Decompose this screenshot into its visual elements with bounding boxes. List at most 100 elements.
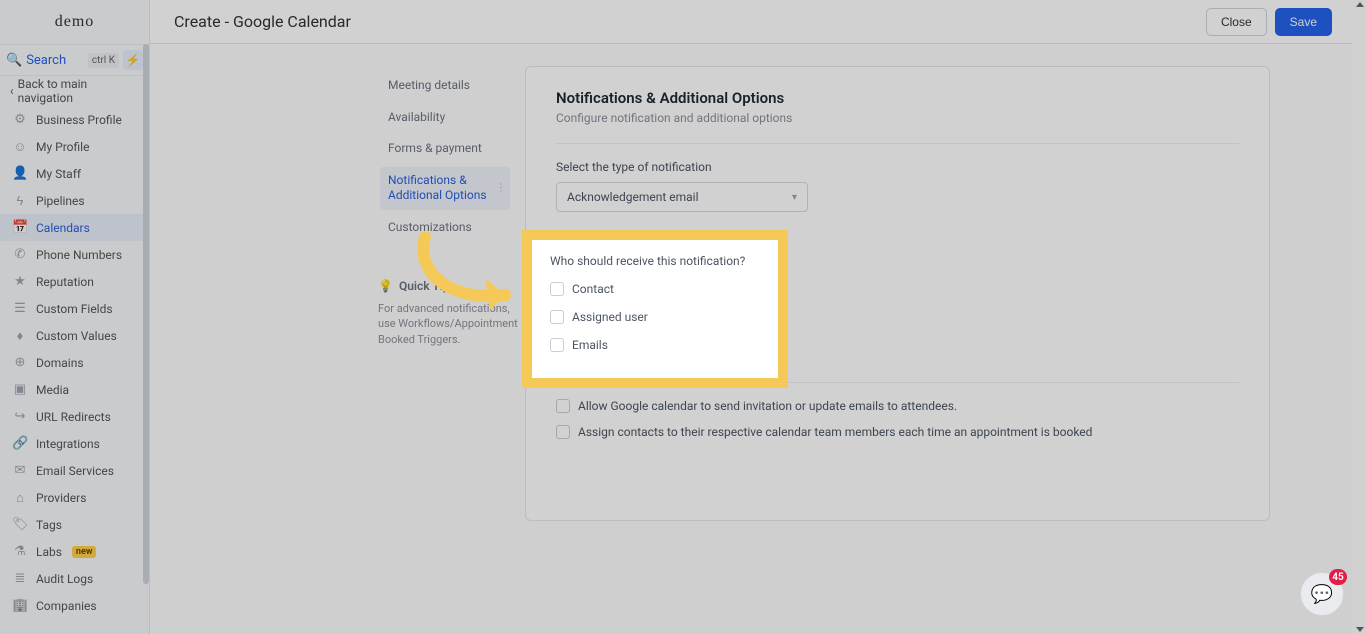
select-value: Acknowledgement email	[567, 190, 699, 204]
sidebar-item-label: Domains	[36, 356, 84, 370]
divider	[556, 143, 1239, 144]
sidebar-item-my-staff[interactable]: 👤My Staff	[0, 160, 149, 187]
chat-icon: 💬	[1311, 584, 1333, 605]
annotation-frame	[522, 230, 788, 388]
sidebar-item-media[interactable]: ▣Media	[0, 376, 149, 403]
step-meeting-details[interactable]: Meeting details	[380, 72, 510, 100]
media-icon: ▣	[12, 382, 28, 397]
search-row: 🔍 Search ctrl K ⚡	[0, 44, 149, 76]
sidebar-item-reputation[interactable]: ★Reputation	[0, 268, 149, 295]
sidebar-item-phone-numbers[interactable]: ✆ Phone Numbers	[0, 241, 149, 268]
sidebar-item-label: Companies	[36, 599, 97, 613]
extra-options: Allow Google calendar to send invitation…	[556, 399, 1239, 439]
checkbox-label: Assign contacts to their respective cale…	[578, 425, 1092, 439]
step-customizations[interactable]: Customizations	[380, 214, 510, 242]
integrations-icon: 🔗	[12, 436, 28, 451]
topbar-actions: Close Save	[1206, 8, 1332, 36]
sidebar-item-labs[interactable]: ⚗ Labsnew	[0, 538, 149, 565]
sidebar-item-url-redirects[interactable]: ↪ URL Redirects	[0, 403, 149, 430]
url-redirects-icon: ↪	[12, 409, 28, 424]
companies-icon: 🏢	[12, 598, 28, 613]
back-link[interactable]: ‹ Back to main navigation	[0, 76, 149, 106]
select-label: Select the type of notification	[556, 160, 1239, 174]
sidebar-item-custom-values[interactable]: ♦Custom Values	[0, 322, 149, 349]
card-title: Notifications & Additional Options	[556, 89, 1239, 107]
custom-values-icon: ♦	[12, 328, 28, 344]
sidebar-item-my-profile[interactable]: ☺ My Profile	[0, 133, 149, 160]
sidebar-item-label: Phone Numbers	[36, 248, 122, 262]
bolt-icon: ⚡	[126, 53, 141, 67]
sidebar-item-label: Pipelines	[36, 194, 85, 208]
sidebar-scrollbar[interactable]	[143, 44, 149, 584]
lightbulb-icon: 💡	[378, 278, 393, 295]
sidebar: demo 🔍 Search ctrl K ⚡ ‹ Back to main na…	[0, 0, 150, 634]
sidebar-item-label: Calendars	[36, 221, 90, 235]
sidebar-item-companies[interactable]: 🏢 Companies	[0, 592, 149, 619]
sidebar-item-email-services[interactable]: ✉ Email Services	[0, 457, 149, 484]
sidebar-item-tags[interactable]: 🏷 Tags	[0, 511, 149, 538]
chevron-down-icon: ▾	[792, 192, 797, 203]
sidebar-nav: ⚙ Business Profile ☺ My Profile 👤My Staff ϟ Pi…	[0, 106, 149, 619]
sidebar-item-business-profile[interactable]: ⚙ Business Profile	[0, 106, 149, 133]
tags-icon: 🏷	[12, 517, 28, 532]
audit-logs-icon: ≣	[12, 571, 28, 586]
sidebar-item-calendars[interactable]: 📅 Calendars	[0, 214, 149, 241]
sidebar-item-pipelines[interactable]: ϟ Pipelines	[0, 187, 149, 214]
sidebar-item-label: Business Profile	[36, 113, 122, 127]
sidebar-item-label: Reputation	[36, 275, 94, 289]
step-notifications-additional-options[interactable]: Notifications & Additional Options	[380, 167, 510, 210]
business-profile-icon: ⚙	[12, 112, 28, 127]
sidebar-item-label: Audit Logs	[36, 572, 93, 586]
sidebar-item-label: Custom Fields	[36, 302, 113, 316]
quick-tip-title: Quick Tip	[399, 278, 450, 295]
sidebar-item-label: Email Services	[36, 464, 114, 478]
checkbox-google-invite[interactable]: Allow Google calendar to send invitation…	[556, 399, 1239, 413]
scroll-up-icon[interactable]	[1356, 2, 1364, 7]
step-availability[interactable]: Availability	[380, 104, 510, 132]
chat-button[interactable]: 💬 45	[1300, 572, 1344, 616]
providers-icon: ⌂	[12, 490, 28, 506]
calendars-icon: 📅	[12, 220, 28, 235]
sidebar-item-providers[interactable]: ⌂ Providers	[0, 484, 149, 511]
quick-tip: 💡 Quick Tip For advanced notifications, …	[378, 278, 528, 347]
search-label: Search	[26, 53, 66, 68]
phone-numbers-icon: ✆	[12, 247, 28, 262]
quick-action-button[interactable]: ⚡	[123, 50, 143, 70]
sidebar-item-domains[interactable]: ⊕Domains	[0, 349, 149, 376]
sidebar-item-label: Labs	[36, 545, 62, 559]
search-shortcut: ctrl K	[88, 53, 119, 68]
sidebar-item-label: My Profile	[36, 140, 89, 154]
pipelines-icon: ϟ	[12, 193, 28, 209]
card-subtitle: Configure notification and additional op…	[556, 111, 1239, 125]
checkbox-box	[556, 399, 570, 413]
sidebar-item-custom-fields[interactable]: ☰ Custom Fields	[0, 295, 149, 322]
notification-type-select[interactable]: Acknowledgement email ▾	[556, 182, 808, 212]
my-staff-icon: 👤	[12, 166, 28, 181]
scroll-down-icon[interactable]	[1356, 627, 1364, 632]
sidebar-item-label: Providers	[36, 491, 86, 505]
chat-badge: 45	[1329, 569, 1347, 585]
topbar: Create - Google Calendar Close Save	[150, 0, 1352, 44]
close-button[interactable]: Close	[1206, 8, 1267, 36]
checkbox-box	[556, 425, 570, 439]
chevron-left-icon: ‹	[10, 84, 14, 98]
sidebar-item-label: Tags	[36, 518, 62, 532]
labs-icon: ⚗	[12, 544, 28, 559]
quick-tip-text: For advanced notifications, use Workflow…	[378, 301, 528, 347]
sidebar-item-label: URL Redirects	[36, 410, 111, 424]
back-label: Back to main navigation	[18, 77, 139, 105]
custom-fields-icon: ☰	[12, 301, 28, 316]
sidebar-item-integrations[interactable]: 🔗Integrations	[0, 430, 149, 457]
search-button[interactable]: 🔍 Search	[6, 53, 84, 68]
my-profile-icon: ☺	[12, 139, 28, 155]
checkbox-label: Allow Google calendar to send invitation…	[578, 399, 957, 413]
brand-logo: demo	[0, 0, 149, 44]
labs-new-badge: new	[72, 546, 97, 558]
page-title: Create - Google Calendar	[174, 12, 351, 31]
step-forms-payment[interactable]: Forms & payment	[380, 135, 510, 163]
sidebar-item-audit-logs[interactable]: ≣ Audit Logs	[0, 565, 149, 592]
save-button[interactable]: Save	[1275, 8, 1332, 36]
email-services-icon: ✉	[12, 463, 28, 478]
search-icon: 🔍	[6, 53, 22, 68]
checkbox-assign-team[interactable]: Assign contacts to their respective cale…	[556, 425, 1239, 439]
